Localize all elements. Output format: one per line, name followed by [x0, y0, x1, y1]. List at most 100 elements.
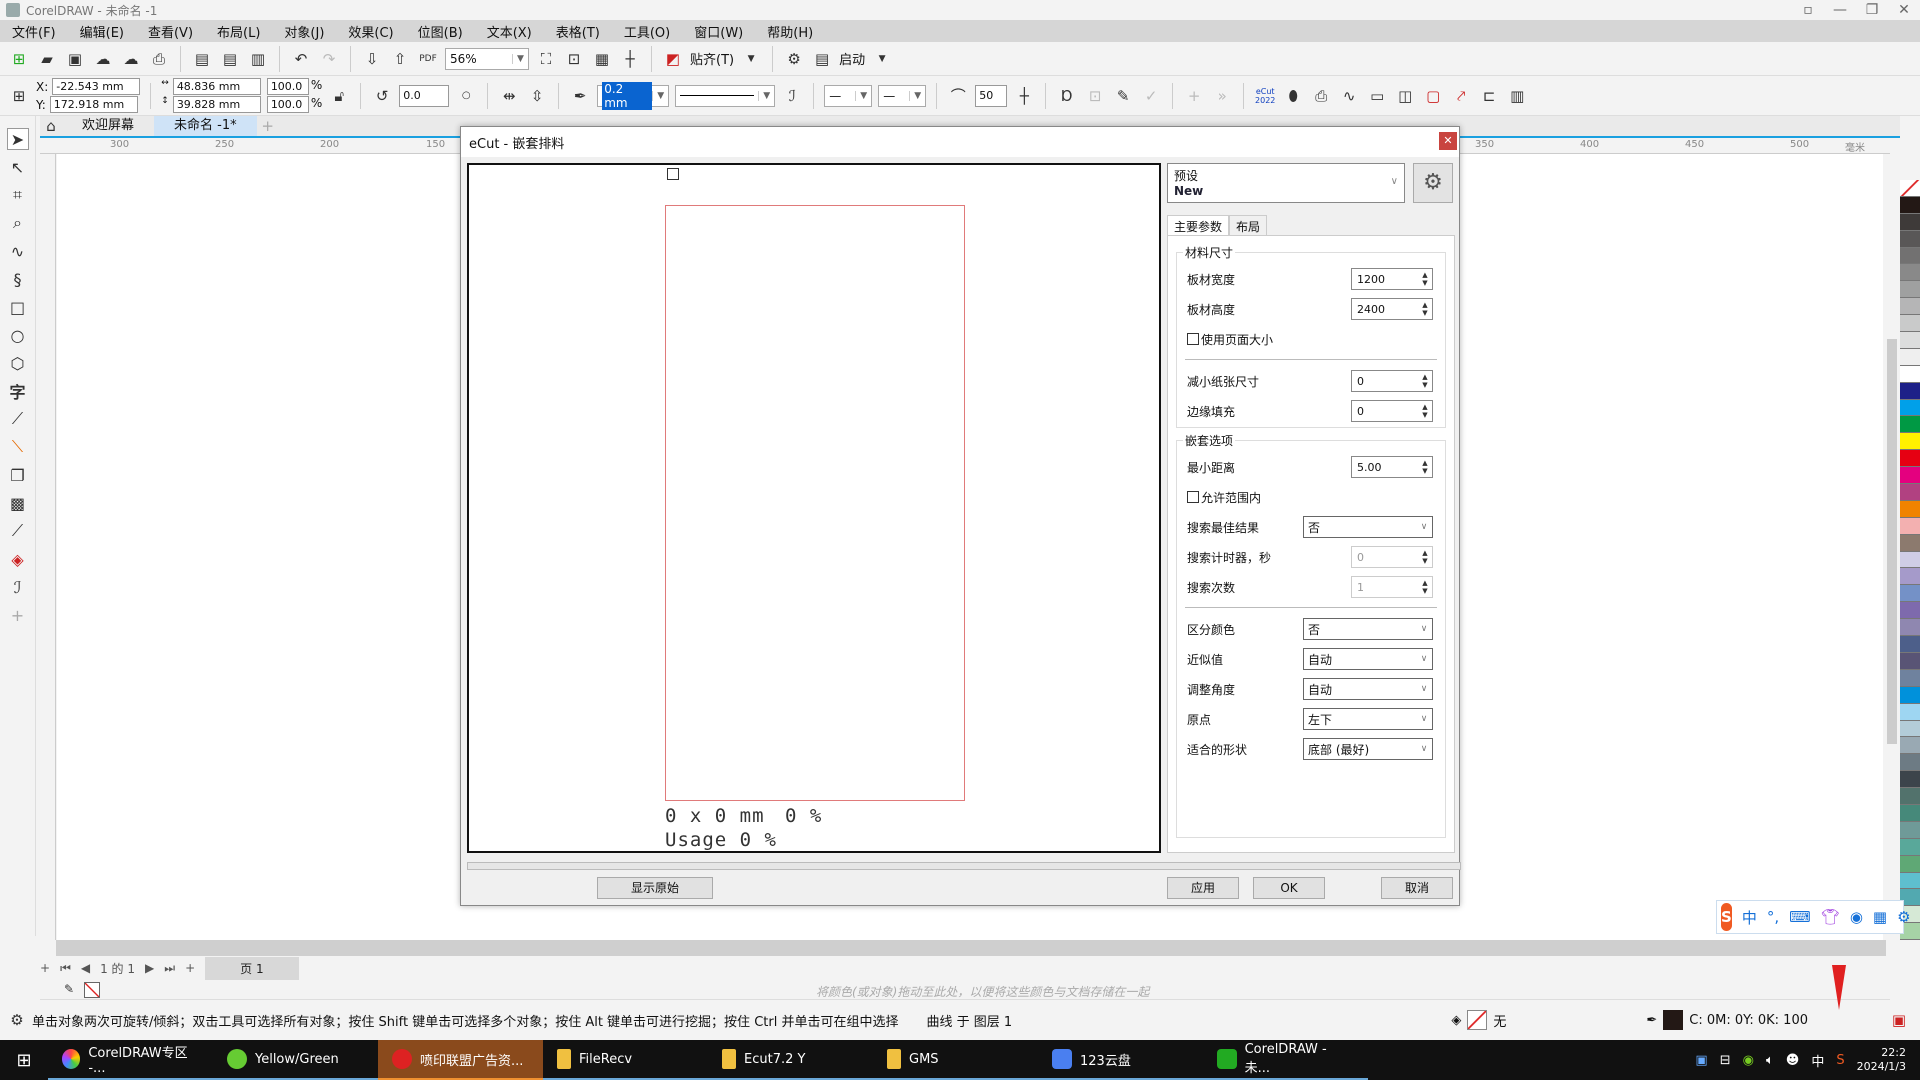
adjust-angle-select[interactable]: 自动 ∨ [1303, 678, 1433, 700]
spinner-arrows-icon[interactable]: ▲ ▼ [1418, 403, 1432, 419]
color-swatch[interactable] [1900, 855, 1920, 873]
ime-chinese-mode[interactable]: 中 [1742, 907, 1757, 928]
line-style-dropdown[interactable]: ▼ [675, 84, 776, 107]
pdf-icon[interactable]: PDF [417, 48, 439, 70]
vertical-ruler[interactable] [40, 154, 56, 940]
color-swatch[interactable] [1900, 788, 1920, 805]
artistic-media-icon[interactable]: ℐ [781, 85, 803, 107]
preset-dropdown[interactable]: 预设 New ∨ [1167, 163, 1405, 203]
interactive-fill-tool-icon[interactable]: ◈ [7, 548, 29, 570]
crop-tool-icon[interactable]: ⌗ [7, 184, 29, 206]
artistic-media-tool-icon[interactable]: § [7, 268, 29, 290]
status-gear-icon[interactable]: ⚙ [6, 1009, 28, 1031]
eyedropper-tool-icon[interactable]: ⟋ [7, 520, 29, 542]
x-position-input[interactable]: -22.543 mm [52, 78, 141, 95]
scale-x-input[interactable]: 100.0 [266, 78, 309, 95]
search-best-select[interactable]: 否 ∨ [1303, 516, 1433, 538]
menu-window[interactable]: 窗口(W) [682, 22, 755, 41]
tab-layout[interactable]: 布局 [1229, 215, 1268, 237]
approximation-select[interactable]: 自动 ∨ [1303, 648, 1433, 670]
undo-icon[interactable]: ↶ [290, 48, 312, 70]
apply-button[interactable]: 应用 [1167, 877, 1239, 899]
home-icon[interactable]: ⌂ [40, 115, 62, 137]
allow-inside-checkbox[interactable]: 允许范围内 [1187, 489, 1261, 506]
taskbar-item[interactable]: Yellow/Green [213, 1040, 378, 1080]
color-swatch[interactable] [1900, 804, 1920, 822]
edge-padding-spinner[interactable]: 0 ▲ ▼ [1351, 400, 1433, 422]
vertical-scrollbar[interactable] [1885, 154, 1899, 940]
reference-point-icon[interactable]: ⊞ [8, 85, 30, 107]
outline-swatch[interactable] [1663, 1010, 1684, 1030]
ecut-table-icon[interactable]: ▥ [1506, 85, 1528, 107]
lock-ratio-icon[interactable]: 🔓︎ [328, 85, 350, 107]
add-page-after-icon[interactable]: + [185, 961, 195, 975]
connector-tool-icon[interactable]: ⟍ [7, 436, 29, 458]
ecut-print-icon[interactable]: ⎙ [1310, 85, 1332, 107]
tray-network-icon[interactable]: ⊟ [1720, 1053, 1731, 1068]
ellipse-tool-icon[interactable]: ○ [7, 324, 29, 346]
first-page-icon[interactable]: ⏮ [60, 961, 71, 976]
transparency-tool-icon[interactable]: ▩ [7, 492, 29, 514]
color-swatch[interactable] [1900, 551, 1920, 569]
color-swatch[interactable] [1900, 652, 1920, 670]
skin-icon[interactable]: 👕︎ [1821, 908, 1840, 926]
launch-dropdown[interactable]: 启动 [839, 49, 865, 68]
cloud-upload-icon[interactable]: ☁ [120, 48, 142, 70]
distinguish-color-select[interactable]: 否 ∨ [1303, 618, 1433, 640]
add-page-before-icon[interactable]: + [40, 961, 50, 975]
color-swatch[interactable] [1900, 821, 1920, 839]
settings-icon[interactable]: ⚙ [1897, 908, 1910, 926]
menu-view[interactable]: 查看(V) [136, 22, 205, 41]
horizontal-scrollbar[interactable] [56, 940, 1886, 956]
height-input[interactable]: 39.828 mm [172, 96, 261, 113]
dimension-tool-icon[interactable]: ⟋ [7, 408, 29, 430]
apps-icon[interactable]: ▦ [1873, 908, 1887, 926]
tab-welcome-screen[interactable]: 欢迎屏幕 [62, 116, 154, 136]
redo-icon[interactable]: ↷ [318, 48, 340, 70]
show-original-button[interactable]: 显示原始 [597, 877, 713, 899]
spinner-arrows-icon[interactable]: ▲ ▼ [1418, 579, 1432, 595]
mirror-horizontal-icon[interactable]: ⇹ [498, 85, 520, 107]
maximize-button[interactable]: ❐ [1856, 0, 1888, 20]
ecut-ruler-icon[interactable]: ▭ [1366, 85, 1388, 107]
tray-ime[interactable]: 中 [1811, 1051, 1824, 1070]
color-swatch[interactable] [1900, 467, 1920, 485]
checkbox-box[interactable] [1187, 333, 1199, 345]
menu-table[interactable]: 表格(T) [544, 22, 612, 41]
add-tool-icon[interactable]: + [7, 604, 29, 626]
tray-123-icon[interactable]: ▣ [1695, 1053, 1707, 1068]
copy-icon[interactable]: ▤ [219, 48, 241, 70]
checkbox-box[interactable] [1187, 491, 1199, 503]
fill-swatch[interactable] [1467, 1010, 1488, 1030]
y-position-input[interactable]: 172.918 mm [49, 96, 138, 113]
disabled-node-icon[interactable]: ✓ [1140, 85, 1162, 107]
color-swatch[interactable] [1900, 298, 1920, 316]
more-icon[interactable]: » [1211, 85, 1233, 107]
width-input[interactable]: 48.836 mm [172, 78, 261, 95]
color-swatch[interactable] [1900, 281, 1920, 299]
open-folder-icon[interactable]: ▰ [36, 48, 58, 70]
color-swatch[interactable] [1900, 348, 1920, 366]
color-swatch[interactable] [1900, 872, 1920, 890]
no-color-swatch[interactable] [84, 982, 100, 998]
print-icon[interactable]: ⎙ [148, 48, 170, 70]
zoom-tool-icon[interactable]: ⌕ [7, 212, 29, 234]
full-screen-icon[interactable]: ⛶ [535, 48, 557, 70]
tray-nvidia-icon[interactable]: ◉ [1743, 1053, 1754, 1068]
menu-file[interactable]: 文件(F) [0, 22, 68, 41]
rectangle-tool-icon[interactable]: □ [7, 296, 29, 318]
fit-shape-select[interactable]: 底部 (最好) ∨ [1303, 738, 1433, 760]
ecut-2022-icon[interactable]: eCut 2022 [1254, 85, 1276, 107]
color-swatch[interactable] [1900, 196, 1920, 214]
preset-settings-button[interactable]: ⚙ [1413, 163, 1453, 203]
show-grid-icon[interactable]: ▦ [591, 48, 613, 70]
taskbar-item[interactable]: GMS [873, 1040, 1038, 1080]
menu-bitmaps[interactable]: 位图(B) [406, 22, 475, 41]
menu-help[interactable]: 帮助(H) [755, 22, 825, 41]
rotation-input[interactable]: 0.0 [399, 84, 450, 107]
pick-node-icon[interactable]: ✎ [1112, 85, 1134, 107]
options-gear-icon[interactable]: ⚙ [783, 48, 805, 70]
ecut-arrange-icon[interactable]: ◫ [1394, 85, 1416, 107]
color-swatch[interactable] [1900, 230, 1920, 248]
spinner-arrows-icon[interactable]: ▲ ▼ [1418, 271, 1432, 287]
